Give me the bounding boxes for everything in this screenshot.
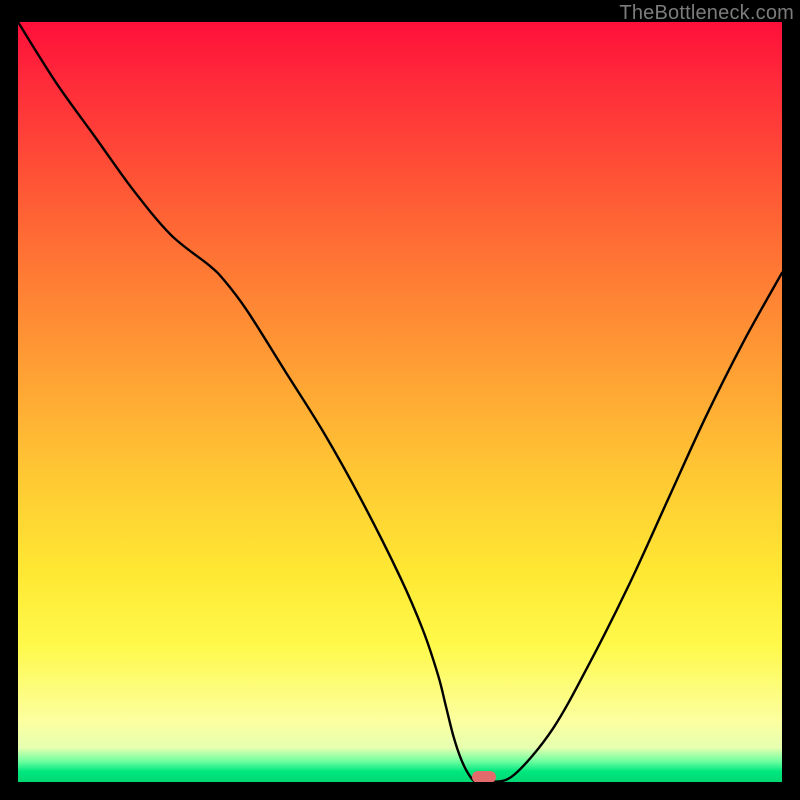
plot-area [18,22,782,782]
chart-stage: TheBottleneck.com [0,0,800,800]
bottleneck-curve [18,22,782,782]
watermark-text: TheBottleneck.com [619,2,794,25]
minimum-marker [472,771,496,782]
